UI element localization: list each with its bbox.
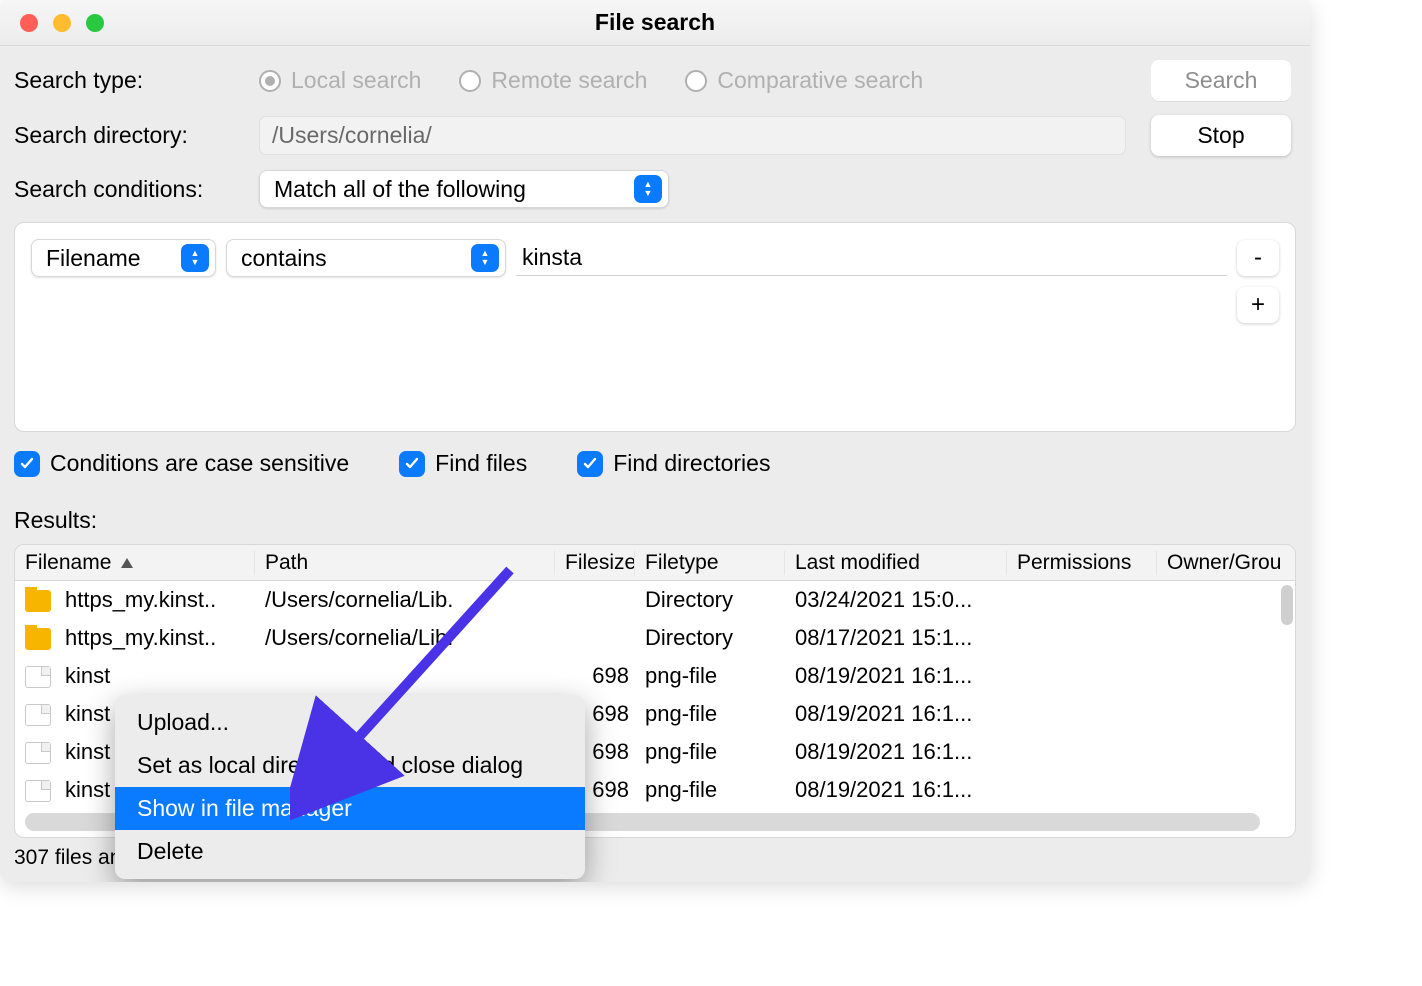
chevrons-icon xyxy=(471,244,499,272)
condition-value-input[interactable] xyxy=(516,240,1227,276)
table-row[interactable]: kinst698png-file08/19/2021 16:1... xyxy=(15,657,1295,695)
search-conditions-label: Search conditions: xyxy=(14,176,239,203)
menu-show-in-file-manager[interactable]: Show in file manager xyxy=(115,787,585,830)
window-title: File search xyxy=(0,9,1310,36)
traffic-lights xyxy=(20,14,104,32)
close-icon[interactable] xyxy=(20,14,38,32)
radio-remote-search[interactable]: Remote search xyxy=(459,67,647,94)
col-filetype[interactable]: Filetype xyxy=(635,551,785,575)
zoom-icon[interactable] xyxy=(86,14,104,32)
col-path[interactable]: Path xyxy=(255,551,555,575)
remove-condition-button[interactable]: - xyxy=(1237,240,1279,276)
select-value: Filename xyxy=(46,245,141,272)
minimize-icon[interactable] xyxy=(53,14,71,32)
col-lastmodified[interactable]: Last modified xyxy=(785,551,1007,575)
radio-label: Local search xyxy=(291,67,421,94)
file-icon xyxy=(25,780,51,802)
check-label: Conditions are case sensitive xyxy=(50,450,349,477)
table-row[interactable]: https_my.kinst../Users/cornelia/Lib.Dire… xyxy=(15,581,1295,619)
stop-button[interactable]: Stop xyxy=(1151,115,1291,156)
results-label: Results: xyxy=(14,507,1296,534)
find-directories-checkbox[interactable]: Find directories xyxy=(577,450,770,477)
folder-icon xyxy=(25,628,51,650)
col-owner[interactable]: Owner/Grou xyxy=(1157,551,1287,575)
radio-icon xyxy=(685,70,707,92)
find-files-checkbox[interactable]: Find files xyxy=(399,450,527,477)
context-menu: Upload... Set as local directory and clo… xyxy=(115,695,585,879)
table-row[interactable]: https_my.kinst../Users/cornelia/Lib.Dire… xyxy=(15,619,1295,657)
menu-upload[interactable]: Upload... xyxy=(115,701,585,744)
select-value: Match all of the following xyxy=(274,176,526,203)
match-mode-select[interactable]: Match all of the following xyxy=(259,170,669,208)
select-value: contains xyxy=(241,245,327,272)
vertical-scrollbar[interactable] xyxy=(1281,585,1293,625)
add-condition-button[interactable]: + xyxy=(1237,287,1279,323)
search-type-label: Search type: xyxy=(14,67,239,94)
col-filesize[interactable]: Filesize xyxy=(555,551,635,575)
search-button[interactable]: Search xyxy=(1151,60,1291,101)
chevrons-icon xyxy=(634,175,662,203)
radio-icon xyxy=(259,70,281,92)
condition-operator-select[interactable]: contains xyxy=(226,239,506,277)
radio-icon xyxy=(459,70,481,92)
file-icon xyxy=(25,704,51,726)
checkmark-icon xyxy=(577,451,603,477)
folder-icon xyxy=(25,590,51,612)
col-filename[interactable]: Filename xyxy=(15,551,255,575)
radio-comparative-search[interactable]: Comparative search xyxy=(685,67,923,94)
case-sensitive-checkbox[interactable]: Conditions are case sensitive xyxy=(14,450,349,477)
file-icon xyxy=(25,666,51,688)
checkmark-icon xyxy=(399,451,425,477)
checkmark-icon xyxy=(14,451,40,477)
check-label: Find files xyxy=(435,450,527,477)
radio-local-search[interactable]: Local search xyxy=(259,67,421,94)
check-label: Find directories xyxy=(613,450,770,477)
conditions-box: Filename contains - + xyxy=(14,222,1296,432)
file-search-window: File search Search type: Local search Re… xyxy=(0,0,1310,882)
radio-label: Remote search xyxy=(491,67,647,94)
col-permissions[interactable]: Permissions xyxy=(1007,551,1157,575)
chevrons-icon xyxy=(181,244,209,272)
condition-field-select[interactable]: Filename xyxy=(31,239,216,277)
titlebar: File search xyxy=(0,0,1310,46)
file-icon xyxy=(25,742,51,764)
search-directory-input[interactable]: /Users/cornelia/ xyxy=(259,116,1126,155)
menu-delete[interactable]: Delete xyxy=(115,830,585,873)
table-header: Filename Path Filesize Filetype Last mod… xyxy=(15,545,1295,581)
radio-label: Comparative search xyxy=(717,67,923,94)
menu-set-local[interactable]: Set as local directory and close dialog xyxy=(115,744,585,787)
search-directory-label: Search directory: xyxy=(14,122,239,149)
